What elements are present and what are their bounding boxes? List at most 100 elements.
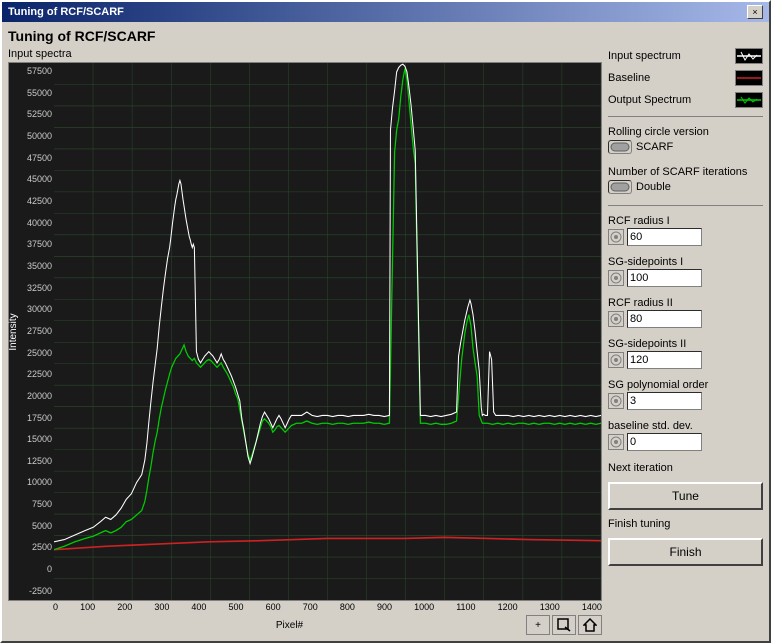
main-window: Tuning of RCF/SCARF × Tuning of RCF/SCAR… xyxy=(0,0,771,643)
tune-button[interactable]: Tune xyxy=(608,482,763,510)
x-tick: 500 xyxy=(229,602,244,612)
chart-area: Input spectra Intensity 57500 55000 5250… xyxy=(8,48,602,635)
chart-tools: + xyxy=(526,615,602,635)
legend-baseline-label: Baseline xyxy=(608,72,650,84)
page-title: Tuning of RCF/SCARF xyxy=(8,28,763,44)
window-content: Tuning of RCF/SCARF Input spectra Intens… xyxy=(2,22,769,641)
y-tick: 10000 xyxy=(9,478,52,487)
chart-bottom: Pixel# + xyxy=(8,615,602,635)
rcf-radius-i-input-row xyxy=(608,228,763,246)
legend-input-spectrum-icon xyxy=(735,48,763,64)
close-button[interactable]: × xyxy=(747,5,763,19)
rolling-circle-toggle-row: SCARF xyxy=(608,140,763,154)
y-tick: 52500 xyxy=(9,110,52,119)
y-tick: 0 xyxy=(9,565,52,574)
legend-output-spectrum-label: Output Spectrum xyxy=(608,94,691,106)
y-tick: 42500 xyxy=(9,197,52,206)
sg-sidepoints-ii-input-row xyxy=(608,351,763,369)
y-tick: 50000 xyxy=(9,132,52,141)
legend-input-spectrum-row: Input spectrum xyxy=(608,48,763,64)
y-tick: 7500 xyxy=(9,500,52,509)
legend-input-spectrum-label: Input spectrum xyxy=(608,50,681,62)
finish-tuning-label: Finish tuning xyxy=(608,518,763,530)
scarf-iterations-label: Number of SCARF iterations xyxy=(608,166,747,178)
zoom-plus-button[interactable]: + xyxy=(526,615,550,635)
rcf-radius-i-input[interactable] xyxy=(627,228,702,246)
zoom-box-icon xyxy=(557,618,571,632)
rcf-radius-i-spinner[interactable] xyxy=(608,229,624,245)
sg-poly-order-input[interactable] xyxy=(627,392,702,410)
sg-sidepoints-i-label: SG-sidepoints I xyxy=(608,256,763,268)
chart-svg xyxy=(54,63,601,600)
divider xyxy=(608,116,763,117)
baseline-std-input-row xyxy=(608,433,763,451)
x-tick: 0 xyxy=(53,602,58,612)
y-tick: 17500 xyxy=(9,414,52,423)
next-iteration-label: Next iteration xyxy=(608,462,763,474)
scarf-iterations-toggle-row: Double xyxy=(608,180,763,194)
y-tick: 57500 xyxy=(9,67,52,76)
x-tick: 1000 xyxy=(414,602,434,612)
x-tick: 300 xyxy=(154,602,169,612)
scarf-iterations-value: Double xyxy=(636,181,671,193)
y-tick: 45000 xyxy=(9,175,52,184)
sg-sidepoints-ii-input[interactable] xyxy=(627,351,702,369)
chart-inner xyxy=(54,63,601,600)
y-tick: 35000 xyxy=(9,262,52,271)
title-bar-controls: × xyxy=(747,5,763,19)
rcf-radius-i-row: RCF radius I xyxy=(608,215,763,246)
legend-baseline-row: Baseline xyxy=(608,70,763,86)
y-tick: 20000 xyxy=(9,392,52,401)
x-tick: 100 xyxy=(80,602,95,612)
sg-sidepoints-ii-spinner[interactable] xyxy=(608,352,624,368)
rolling-circle-value: SCARF xyxy=(636,141,673,153)
main-area: Input spectra Intensity 57500 55000 5250… xyxy=(8,48,763,635)
x-tick: 1300 xyxy=(540,602,560,612)
x-tick: 1100 xyxy=(456,602,475,612)
rolling-circle-toggle-icon[interactable] xyxy=(608,140,632,154)
rcf-radius-ii-row: RCF radius II xyxy=(608,297,763,328)
sg-poly-order-input-row xyxy=(608,392,763,410)
zoom-home-button[interactable] xyxy=(578,615,602,635)
finish-button[interactable]: Finish xyxy=(608,538,763,566)
x-tick: 600 xyxy=(266,602,281,612)
y-tick: 2500 xyxy=(9,543,52,552)
chart-label-top: Input spectra xyxy=(8,48,602,60)
sg-sidepoints-i-spinner[interactable] xyxy=(608,270,624,286)
sg-poly-order-row: SG polynomial order xyxy=(608,379,763,410)
x-tick: 1200 xyxy=(498,602,518,612)
scarf-iterations-toggle-icon[interactable] xyxy=(608,180,632,194)
y-tick: 37500 xyxy=(9,240,52,249)
baseline-std-spinner[interactable] xyxy=(608,434,624,450)
y-axis: Intensity 57500 55000 52500 50000 47500 … xyxy=(9,63,54,600)
scarf-iterations-row: Number of SCARF iterations Double xyxy=(608,166,763,196)
right-panel: Input spectrum Baseline Output Spectrum xyxy=(608,48,763,635)
x-tick: 200 xyxy=(117,602,132,612)
sg-sidepoints-ii-label: SG-sidepoints II xyxy=(608,338,763,350)
rcf-radius-ii-input[interactable] xyxy=(627,310,702,328)
baseline-std-label: baseline std. dev. xyxy=(608,420,763,432)
rcf-radius-ii-spinner[interactable] xyxy=(608,311,624,327)
y-tick: 15000 xyxy=(9,435,52,444)
x-tick: 1400 xyxy=(582,602,602,612)
y-tick: 12500 xyxy=(9,457,52,466)
window-title: Tuning of RCF/SCARF xyxy=(8,6,124,18)
baseline-std-input[interactable] xyxy=(627,433,702,451)
rcf-radius-ii-input-row xyxy=(608,310,763,328)
y-tick: 32500 xyxy=(9,284,52,293)
y-tick: 22500 xyxy=(9,370,52,379)
sg-sidepoints-i-input[interactable] xyxy=(627,269,702,287)
sg-sidepoints-ii-row: SG-sidepoints II xyxy=(608,338,763,369)
rcf-radius-i-label: RCF radius I xyxy=(608,215,763,227)
zoom-box-button[interactable] xyxy=(552,615,576,635)
sg-poly-order-label: SG polynomial order xyxy=(608,379,763,391)
baseline-std-row: baseline std. dev. xyxy=(608,420,763,451)
rolling-circle-row: Rolling circle version SCARF xyxy=(608,126,763,156)
zoom-home-icon xyxy=(583,618,597,632)
rolling-circle-label: Rolling circle version xyxy=(608,126,709,138)
x-tick: 900 xyxy=(377,602,392,612)
sg-poly-order-spinner[interactable] xyxy=(608,393,624,409)
x-tick: 400 xyxy=(191,602,206,612)
x-tick: 700 xyxy=(303,602,318,612)
y-tick: 5000 xyxy=(9,522,52,531)
